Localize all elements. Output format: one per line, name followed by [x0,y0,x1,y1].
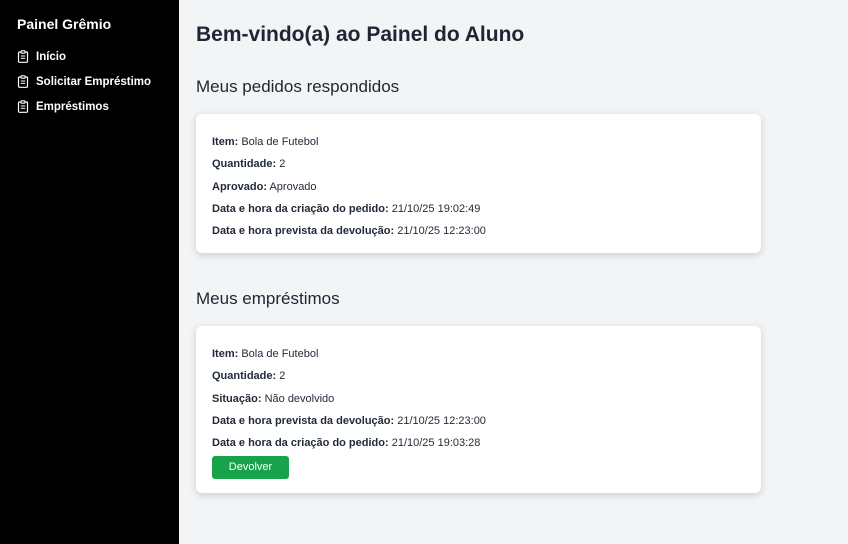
sidebar-item-emprestimos[interactable]: Empréstimos [17,99,179,114]
sidebar-item-inicio[interactable]: Início [17,49,179,64]
sidebar-item-label: Solicitar Empréstimo [36,75,152,88]
loan-qty-value: 2 [279,370,286,383]
clipboard-icon [17,75,29,88]
request-approved-row: Aprovado: Aprovado [212,180,317,193]
loan-created-row: Data e hora da criação do pedido: 21/10/… [212,437,481,450]
request-approved-value: Aprovado [269,180,317,193]
request-return-row: Data e hora prevista da devolução: 21/10… [212,225,486,238]
request-return-value: 21/10/25 12:23:00 [397,225,486,238]
sidebar-item-label: Empréstimos [36,100,109,113]
main-content: Bem-vindo(a) ao Painel do Aluno Meus ped… [179,0,848,544]
loan-item-row: Item: Bola de Futebol [212,348,319,360]
sidebar: Painel Grêmio Início Solicitar Empréstim… [0,0,179,544]
request-item-value: Bola de Futebol [241,136,319,148]
loan-status-row: Situação: Não devolvido [212,392,335,405]
sidebar-item-label: Início [36,50,67,63]
loan-card: Item: Bola de Futebol Quantidade: 2 Situ… [196,326,761,493]
requests-section-title: Meus pedidos respondidos [196,77,400,96]
return-loan-button[interactable]: Devolver [212,456,289,480]
clipboard-icon [17,50,29,63]
page-title: Bem-vindo(a) ao Painel do Aluno [196,23,525,46]
loan-return-row: Data e hora prevista da devolução: 21/10… [212,414,486,427]
loan-created-value: 21/10/25 19:03:28 [391,437,481,450]
sidebar-item-solicitar-emprestimo[interactable]: Solicitar Empréstimo [17,74,179,89]
sidebar-brand: Painel Grêmio [17,16,112,32]
app-root: Painel Grêmio Início Solicitar Empréstim… [0,0,848,544]
request-qty-row: Quantidade: 2 [212,158,286,171]
request-card: Item: Bola de Futebol Quantidade: 2 Apro… [196,114,761,253]
loans-section-title: Meus empréstimos [196,289,340,308]
loan-return-value: 21/10/25 12:23:00 [397,414,486,427]
loan-item-value: Bola de Futebol [241,348,319,360]
request-created-value: 21/10/25 19:02:49 [391,202,481,215]
request-item-row: Item: Bola de Futebol [212,136,319,148]
request-created-row: Data e hora da criação do pedido: 21/10/… [212,202,481,215]
clipboard-icon [17,100,29,113]
request-qty-value: 2 [279,158,286,171]
loan-qty-row: Quantidade: 2 [212,370,286,383]
loan-status-value: Não devolvido [264,392,335,405]
